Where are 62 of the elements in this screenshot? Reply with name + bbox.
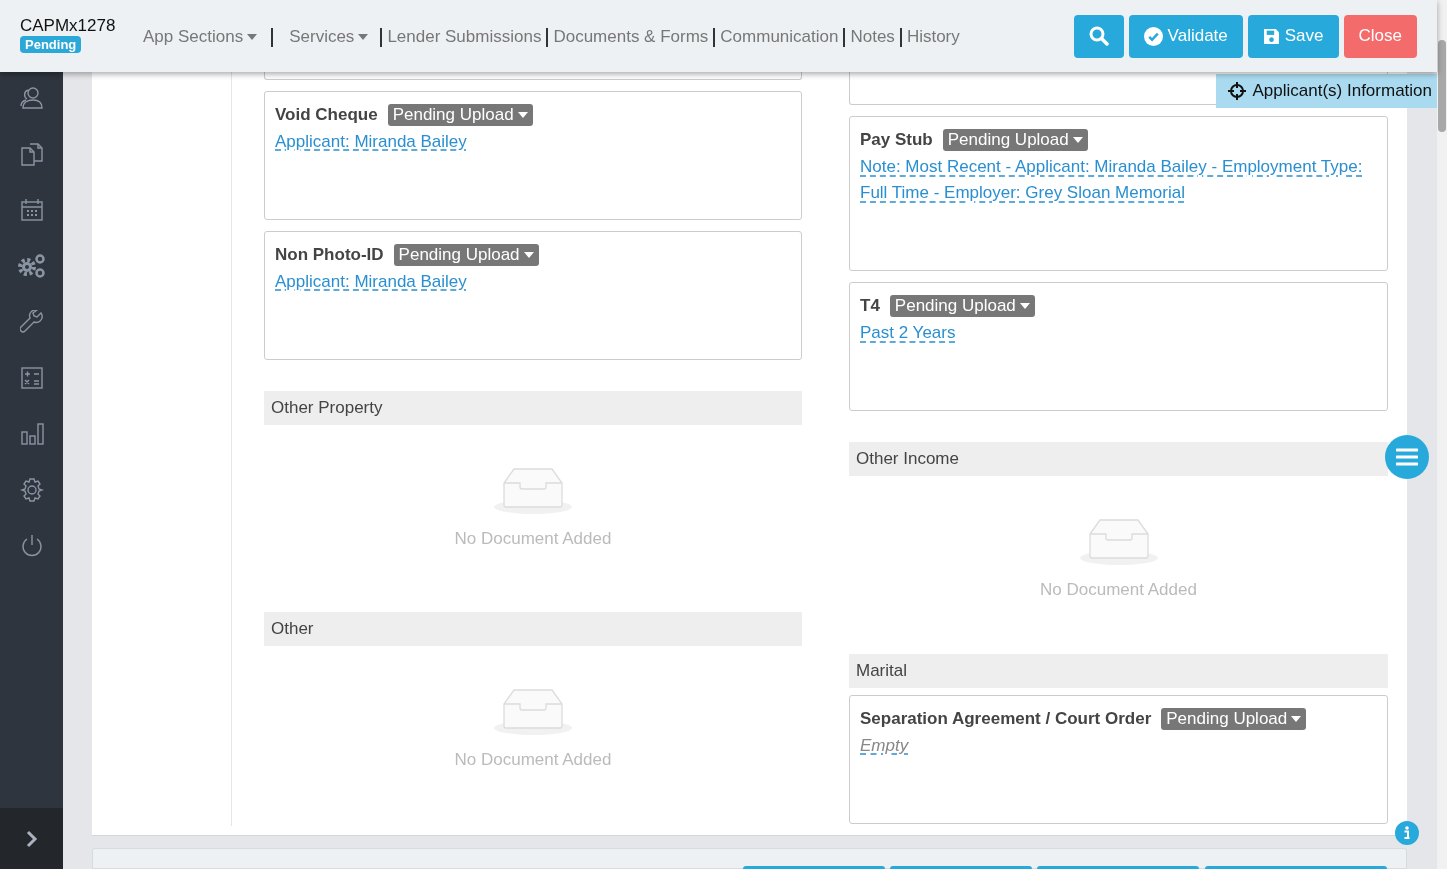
caret-icon <box>517 112 528 118</box>
caret-icon <box>1291 716 1302 722</box>
scrollbar-thumb[interactable] <box>1438 40 1446 132</box>
status-dropdown[interactable]: Pending Upload <box>1161 708 1307 730</box>
chevron-right-icon <box>24 829 39 848</box>
menu-button[interactable] <box>1385 435 1429 479</box>
empty-message: No Document Added <box>1040 580 1197 601</box>
status-dropdown[interactable]: Pending Upload <box>387 104 533 126</box>
status-dropdown[interactable]: Pending Upload <box>393 244 539 266</box>
caret-icon <box>358 34 369 40</box>
nav-link[interactable]: Communication <box>720 27 839 47</box>
nav-link[interactable]: Documents & Forms <box>553 27 709 47</box>
search-button[interactable] <box>1073 14 1124 58</box>
document-note-link[interactable]: Applicant: Miranda Bailey <box>275 129 467 155</box>
wrench-icon[interactable] <box>19 310 44 334</box>
empty-message: No Document Added <box>454 750 612 770</box>
document-title: Pay Stub <box>860 130 933 151</box>
caret-icon <box>247 34 258 40</box>
gears-icon[interactable] <box>16 253 47 279</box>
menu-icon <box>1396 448 1418 466</box>
document-note-link[interactable]: Applicant: Miranda Bailey <box>275 269 467 295</box>
validate-button[interactable]: Validate <box>1128 14 1243 58</box>
empty-value-link[interactable]: Empty <box>860 733 909 759</box>
status-badge: Pending <box>20 35 82 53</box>
application-id: CAPMx1278 <box>20 15 116 36</box>
save-button[interactable]: Save <box>1247 14 1339 58</box>
check-circle-icon <box>1143 26 1163 46</box>
calendar-icon[interactable] <box>19 198 44 222</box>
section-header: Other Property <box>264 391 802 425</box>
crosshair-icon <box>1228 82 1247 100</box>
applicant-information-tab[interactable]: Applicant(s) Information <box>1216 74 1437 108</box>
document-title: T4 <box>860 296 880 317</box>
caret-icon <box>1019 303 1030 310</box>
empty-message: No Document Added <box>454 529 612 549</box>
nav-link[interactable]: Lender Submissions <box>387 27 542 47</box>
documents-icon[interactable] <box>19 142 44 166</box>
nav-link[interactable]: Notes <box>850 27 895 47</box>
calculator-icon[interactable] <box>19 366 44 390</box>
close-button[interactable]: Close <box>1343 14 1417 58</box>
document-title: Void Cheque <box>275 105 378 125</box>
bar-chart-icon[interactable] <box>19 422 44 446</box>
status-dropdown[interactable]: Pending Upload <box>942 129 1088 152</box>
info-button[interactable] <box>1395 821 1419 845</box>
dropdown-menu-link[interactable]: Services <box>289 27 369 47</box>
caret-icon <box>523 252 534 258</box>
users-icon[interactable] <box>19 86 44 110</box>
dropdown-menu-link[interactable]: App Sections <box>143 27 258 47</box>
search-icon <box>1088 26 1109 46</box>
document-title: Non Photo-ID <box>275 245 384 265</box>
status-dropdown[interactable]: Pending Upload <box>889 295 1035 318</box>
document-note-link[interactable]: Past 2 Years <box>860 320 956 347</box>
section-header: Other Income <box>849 442 1388 477</box>
scrollbar[interactable] <box>1437 0 1447 869</box>
settings-icon[interactable] <box>19 478 44 502</box>
section-header: Other <box>264 612 802 646</box>
power-icon[interactable] <box>19 534 44 558</box>
caret-icon <box>1072 137 1083 144</box>
document-title: Separation Agreement / Court Order <box>860 709 1152 729</box>
info-icon <box>1403 826 1411 840</box>
nav-link[interactable]: History <box>906 27 960 47</box>
section-header: Marital <box>849 654 1388 688</box>
document-note-link[interactable]: Note: Most Recent - Applicant: Miranda Bailey - Employment Type: Full Time - Employer: Grey Sloan Memorial <box>860 154 1377 207</box>
